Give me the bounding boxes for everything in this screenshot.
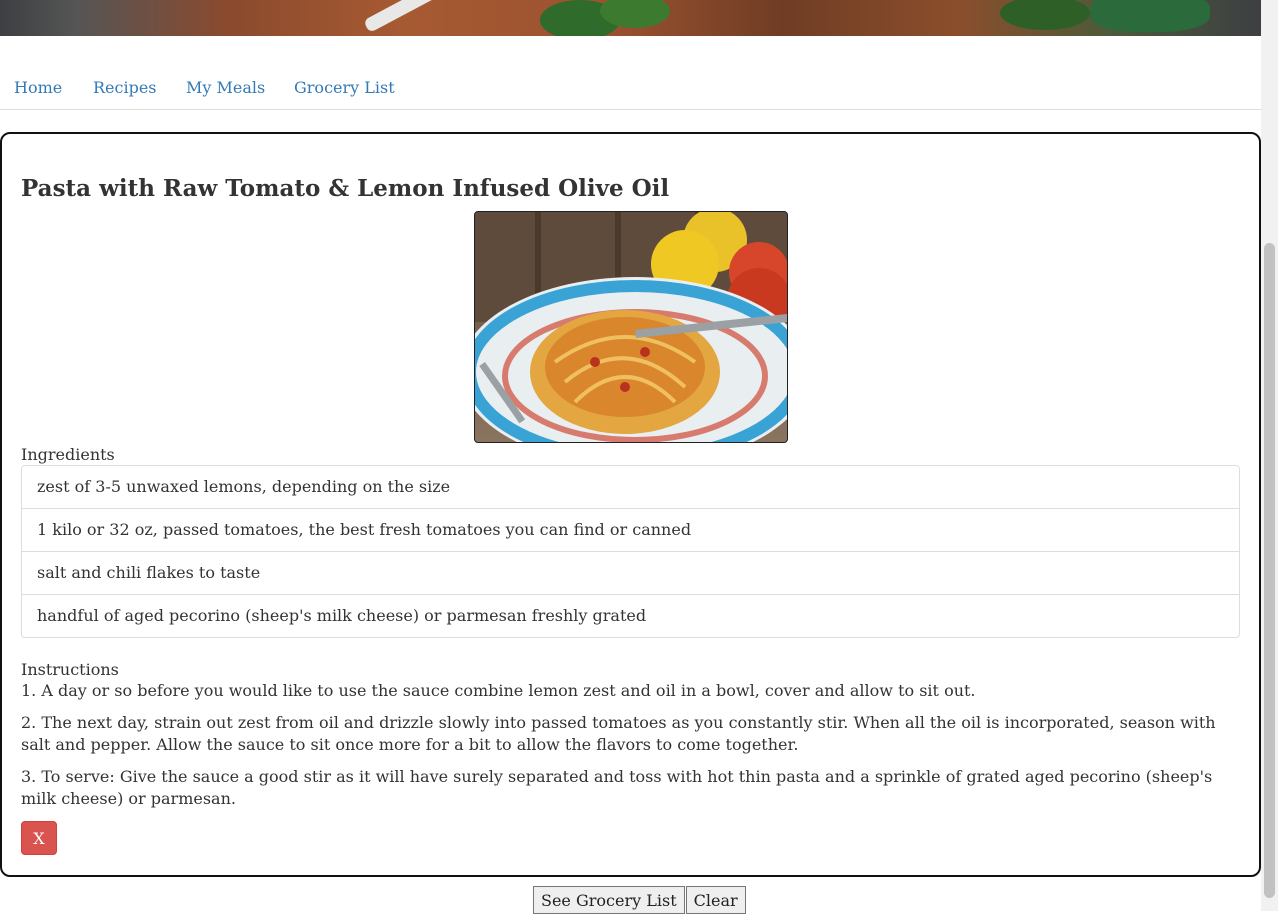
see-grocery-list-button[interactable]: See Grocery List <box>533 886 685 914</box>
ingredient-item: salt and chili flakes to taste <box>22 552 1239 595</box>
ingredient-item: 1 kilo or 32 oz, passed tomatoes, the be… <box>22 509 1239 552</box>
clear-button[interactable]: Clear <box>685 886 746 914</box>
instructions-list: 1. A day or so before you would like to … <box>21 680 1243 820</box>
recipe-card: Pasta with Raw Tomato & Lemon Infused Ol… <box>0 132 1261 877</box>
header-banner-image <box>0 0 1261 36</box>
scrollbar-thumb[interactable] <box>1264 243 1275 898</box>
recipe-title: Pasta with Raw Tomato & Lemon Infused Ol… <box>21 175 670 202</box>
ingredients-list: zest of 3-5 unwaxed lemons, depending on… <box>21 465 1240 638</box>
instruction-step: 3. To serve: Give the sauce a good stir … <box>21 767 1213 808</box>
grocery-actions: See Grocery List Clear <box>533 886 747 914</box>
nav-home-link[interactable]: Home <box>14 78 62 98</box>
instructions-label: Instructions <box>21 660 119 679</box>
recipe-photo <box>474 211 788 443</box>
ingredient-item: handful of aged pecorino (sheep's milk c… <box>37 606 647 625</box>
ingredient-item: zest of 3-5 unwaxed lemons, depending on… <box>22 466 1239 509</box>
nav-recipes-link[interactable]: Recipes <box>93 78 157 98</box>
instruction-step: 2. The next day, strain out zest from oi… <box>21 713 1216 754</box>
instruction-step: 1. A day or so before you would like to … <box>21 681 976 700</box>
vertical-scrollbar[interactable] <box>1261 0 1278 911</box>
nav-my-meals-link[interactable]: My Meals <box>186 78 265 98</box>
main-nav: Home Recipes My Meals Grocery List <box>0 36 1261 110</box>
remove-recipe-button[interactable]: X <box>21 821 57 855</box>
ingredients-label: Ingredients <box>21 445 115 464</box>
nav-grocery-list-link[interactable]: Grocery List <box>294 78 395 98</box>
